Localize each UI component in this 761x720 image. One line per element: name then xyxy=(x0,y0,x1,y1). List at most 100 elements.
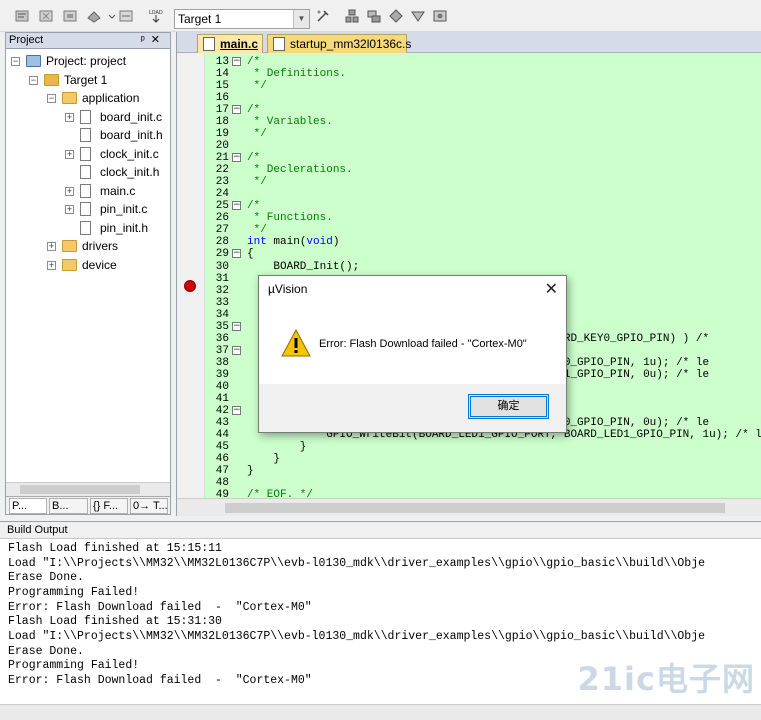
code-line[interactable]: 23 */ xyxy=(205,176,761,188)
tree-item-project[interactable]: − Project: project xyxy=(6,52,170,70)
collapse-icon[interactable]: − xyxy=(232,345,241,355)
code-line[interactable]: 26 * Functions. xyxy=(205,212,761,224)
ok-button[interactable]: 确定 xyxy=(468,394,549,419)
collapse-icon[interactable]: − xyxy=(47,94,56,103)
file-icon xyxy=(273,37,285,51)
chevron-down-icon[interactable]: ▼ xyxy=(293,10,309,28)
line-number: 45 xyxy=(215,440,229,453)
pin-icon[interactable]: ᵖ xyxy=(141,34,151,46)
collapse-icon[interactable]: − xyxy=(232,105,241,115)
collapse-icon[interactable]: − xyxy=(29,75,38,85)
rebuild-icon[interactable] xyxy=(62,8,78,24)
editor-horizontal-scrollbar[interactable] xyxy=(177,498,761,516)
editor-tab[interactable]: startup_mm32l0136c.s xyxy=(267,34,411,53)
code-line[interactable]: 19 */ xyxy=(205,128,761,140)
pack-installer-icon[interactable] xyxy=(366,8,382,24)
breakpoint-gutter[interactable] xyxy=(177,53,205,498)
panel-tab[interactable]: B... xyxy=(49,498,88,514)
tree-item-file[interactable]: + clock_init.c xyxy=(6,145,170,163)
collapse-icon[interactable]: − xyxy=(232,249,241,259)
run-env-icon[interactable] xyxy=(410,8,426,24)
build-icon[interactable] xyxy=(38,8,54,24)
panel-tab[interactable]: {} F... xyxy=(90,498,128,514)
line-number: 39 xyxy=(215,368,229,381)
code-line[interactable]: 25−/* xyxy=(205,200,761,212)
code-line[interactable]: 46 } xyxy=(205,453,761,465)
tree-item-file[interactable]: + main.c xyxy=(6,182,170,200)
expand-icon[interactable]: + xyxy=(65,205,74,214)
stop-build-icon[interactable] xyxy=(118,8,134,24)
collapse-icon[interactable]: − xyxy=(232,321,241,331)
build-output-line: Error: Flash Download failed - "Cortex-M… xyxy=(8,673,312,687)
close-icon[interactable]: ✕ xyxy=(151,34,166,46)
manage-components-icon[interactable] xyxy=(344,8,360,24)
tree-item-target[interactable]: − Target 1 xyxy=(6,71,170,89)
collapse-icon[interactable]: − xyxy=(232,405,241,415)
line-number: 20 xyxy=(215,140,229,153)
code-text: } xyxy=(247,465,254,478)
collapse-icon[interactable]: − xyxy=(232,201,241,211)
breakpoint-icon[interactable] xyxy=(184,280,196,292)
batch-build-icon[interactable] xyxy=(86,8,102,24)
expand-icon[interactable]: + xyxy=(65,186,74,196)
collapse-icon[interactable]: − xyxy=(11,57,20,66)
code-line[interactable]: 18 * Variables. xyxy=(205,116,761,128)
code-line[interactable]: 24 xyxy=(205,188,761,200)
tree-item-label: clock_init.h xyxy=(100,165,160,179)
dialog-message: Error: Flash Download failed - "Cortex-M… xyxy=(319,338,527,350)
code-line[interactable]: 15 */ xyxy=(205,80,761,92)
code-line[interactable]: 49 /* EOF. */ xyxy=(205,489,761,498)
target-select[interactable]: Target 1 ▼ xyxy=(174,9,310,29)
code-text: * Definitions. xyxy=(247,68,347,81)
code-line[interactable]: 16 xyxy=(205,92,761,104)
expand-icon[interactable]: + xyxy=(65,149,74,159)
expand-icon[interactable]: + xyxy=(65,112,74,122)
expand-icon[interactable]: + xyxy=(47,260,56,270)
download-icon[interactable]: LOAD xyxy=(148,8,164,24)
tree-item-folder[interactable]: − application xyxy=(6,89,170,107)
close-icon[interactable]: ✕ xyxy=(545,279,558,299)
project-icon xyxy=(26,55,41,67)
chevron-down-icon[interactable] xyxy=(104,8,116,24)
tree-item-file[interactable]: pin_init.h xyxy=(6,219,170,237)
code-line[interactable]: 17−/* xyxy=(205,104,761,116)
tree-item-folder[interactable]: + device xyxy=(6,256,170,274)
code-line[interactable]: 14 * Definitions. xyxy=(205,68,761,80)
tree-item-file[interactable]: clock_init.h xyxy=(6,163,170,181)
translate-icon[interactable] xyxy=(14,8,30,24)
tree-item-file[interactable]: + board_init.c xyxy=(6,108,170,126)
scrollbar-thumb[interactable] xyxy=(225,503,725,513)
select-packs-icon[interactable] xyxy=(388,8,404,24)
panel-tab[interactable]: P... xyxy=(9,498,47,514)
code-line[interactable]: 47} xyxy=(205,465,761,477)
tree-item-folder[interactable]: + drivers xyxy=(6,237,170,255)
code-line[interactable]: 20 xyxy=(205,140,761,152)
line-number: 35 xyxy=(215,320,229,333)
code-line[interactable]: 48 xyxy=(205,477,761,489)
collapse-icon[interactable]: − xyxy=(232,153,241,163)
code-line[interactable]: 21−/* xyxy=(205,152,761,164)
code-line[interactable]: 22 * Declerations. xyxy=(205,164,761,176)
panel-tab[interactable]: 0→ T... xyxy=(130,498,168,514)
code-line[interactable]: 29−{ xyxy=(205,248,761,260)
collapse-icon[interactable]: − xyxy=(232,57,241,66)
project-panel-scrollbar[interactable] xyxy=(6,482,170,496)
target-options-icon[interactable] xyxy=(315,8,331,24)
code-line[interactable]: 45 } xyxy=(205,441,761,453)
code-line[interactable]: 27 */ xyxy=(205,224,761,236)
build-output-scrollbar[interactable] xyxy=(0,704,761,720)
code-line[interactable]: 13−/* xyxy=(205,56,761,68)
settings-icon[interactable] xyxy=(432,8,448,24)
file-icon xyxy=(203,37,215,51)
project-panel-tabs: P... B...{} F... 0→ T... xyxy=(6,496,170,514)
tree-item-file[interactable]: + pin_init.c xyxy=(6,200,170,218)
line-number: 24 xyxy=(215,188,229,201)
scrollbar-thumb[interactable] xyxy=(20,485,140,494)
code-line[interactable]: 30 BOARD_Init(); xyxy=(205,261,761,273)
expand-icon[interactable]: + xyxy=(47,242,56,251)
code-text: */ xyxy=(247,80,267,93)
folder-icon xyxy=(62,92,77,104)
editor-tab[interactable]: main.c xyxy=(197,34,263,53)
tree-item-file[interactable]: board_init.h xyxy=(6,126,170,144)
code-line[interactable]: 28 int main(void) xyxy=(205,236,761,248)
